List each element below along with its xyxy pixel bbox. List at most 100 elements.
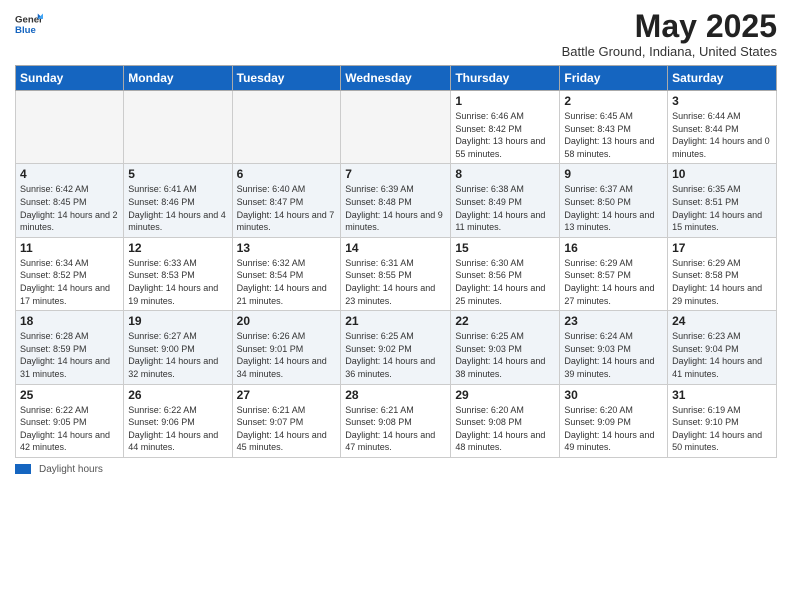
calendar-cell: 14 Sunrise: 6:31 AMSunset: 8:55 PMDayligh… — [341, 237, 451, 310]
day-info: Sunrise: 6:29 AMSunset: 8:58 PMDaylight:… — [672, 257, 772, 307]
day-number: 31 — [672, 388, 772, 402]
day-number: 30 — [564, 388, 663, 402]
day-number: 12 — [128, 241, 227, 255]
day-number: 28 — [345, 388, 446, 402]
day-number: 7 — [345, 167, 446, 181]
day-info: Sunrise: 6:22 AMSunset: 9:06 PMDaylight:… — [128, 404, 227, 454]
day-info: Sunrise: 6:44 AMSunset: 8:44 PMDaylight:… — [672, 110, 772, 160]
calendar-header-monday: Monday — [124, 66, 232, 91]
calendar-cell: 25 Sunrise: 6:22 AMSunset: 9:05 PMDayligh… — [16, 384, 124, 457]
day-number: 2 — [564, 94, 663, 108]
footer: Daylight hours — [15, 464, 777, 475]
calendar-cell: 16 Sunrise: 6:29 AMSunset: 8:57 PMDayligh… — [560, 237, 668, 310]
day-info: Sunrise: 6:25 AMSunset: 9:02 PMDaylight:… — [345, 330, 446, 380]
calendar-cell — [124, 91, 232, 164]
header: General Blue May 2025 Battle Ground, Ind… — [15, 10, 777, 59]
month-title: May 2025 — [562, 10, 777, 42]
calendar-week-row: 25 Sunrise: 6:22 AMSunset: 9:05 PMDayligh… — [16, 384, 777, 457]
calendar-cell: 12 Sunrise: 6:33 AMSunset: 8:53 PMDayligh… — [124, 237, 232, 310]
day-info: Sunrise: 6:30 AMSunset: 8:56 PMDaylight:… — [455, 257, 555, 307]
calendar-week-row: 1 Sunrise: 6:46 AMSunset: 8:42 PMDaylight… — [16, 91, 777, 164]
day-number: 1 — [455, 94, 555, 108]
calendar-header-row: SundayMondayTuesdayWednesdayThursdayFrid… — [16, 66, 777, 91]
day-info: Sunrise: 6:24 AMSunset: 9:03 PMDaylight:… — [564, 330, 663, 380]
day-number: 8 — [455, 167, 555, 181]
day-info: Sunrise: 6:33 AMSunset: 8:53 PMDaylight:… — [128, 257, 227, 307]
day-info: Sunrise: 6:38 AMSunset: 8:49 PMDaylight:… — [455, 183, 555, 233]
calendar-header-friday: Friday — [560, 66, 668, 91]
day-number: 29 — [455, 388, 555, 402]
day-info: Sunrise: 6:25 AMSunset: 9:03 PMDaylight:… — [455, 330, 555, 380]
day-info: Sunrise: 6:23 AMSunset: 9:04 PMDaylight:… — [672, 330, 772, 380]
calendar-cell: 26 Sunrise: 6:22 AMSunset: 9:06 PMDayligh… — [124, 384, 232, 457]
day-number: 14 — [345, 241, 446, 255]
calendar-cell: 31 Sunrise: 6:19 AMSunset: 9:10 PMDayligh… — [668, 384, 777, 457]
day-info: Sunrise: 6:46 AMSunset: 8:42 PMDaylight:… — [455, 110, 555, 160]
calendar-cell: 15 Sunrise: 6:30 AMSunset: 8:56 PMDayligh… — [451, 237, 560, 310]
day-info: Sunrise: 6:19 AMSunset: 9:10 PMDaylight:… — [672, 404, 772, 454]
day-number: 9 — [564, 167, 663, 181]
calendar-cell: 28Sunrise: 6:21 AMSunset: 9:08 PMDayligh… — [341, 384, 451, 457]
day-info: Sunrise: 6:27 AMSunset: 9:00 PMDaylight:… — [128, 330, 227, 380]
calendar-cell: 21 Sunrise: 6:25 AMSunset: 9:02 PMDayligh… — [341, 311, 451, 384]
calendar-cell: 30Sunrise: 6:20 AMSunset: 9:09 PMDayligh… — [560, 384, 668, 457]
calendar-cell: 23Sunrise: 6:24 AMSunset: 9:03 PMDayligh… — [560, 311, 668, 384]
calendar-cell: 17 Sunrise: 6:29 AMSunset: 8:58 PMDayligh… — [668, 237, 777, 310]
day-number: 3 — [672, 94, 772, 108]
calendar-cell — [232, 91, 341, 164]
day-info: Sunrise: 6:20 AMSunset: 9:08 PMDaylight:… — [455, 404, 555, 454]
day-info: Sunrise: 6:39 AMSunset: 8:48 PMDaylight:… — [345, 183, 446, 233]
calendar-cell: 13Sunrise: 6:32 AMSunset: 8:54 PMDayligh… — [232, 237, 341, 310]
day-info: Sunrise: 6:21 AMSunset: 9:07 PMDaylight:… — [237, 404, 337, 454]
calendar-cell: 24 Sunrise: 6:23 AMSunset: 9:04 PMDayligh… — [668, 311, 777, 384]
calendar-cell — [16, 91, 124, 164]
day-number: 19 — [128, 314, 227, 328]
day-number: 15 — [455, 241, 555, 255]
calendar-cell: 20 Sunrise: 6:26 AMSunset: 9:01 PMDayligh… — [232, 311, 341, 384]
day-info: Sunrise: 6:40 AMSunset: 8:47 PMDaylight:… — [237, 183, 337, 233]
calendar-week-row: 18 Sunrise: 6:28 AMSunset: 8:59 PMDayligh… — [16, 311, 777, 384]
day-number: 21 — [345, 314, 446, 328]
calendar-header-sunday: Sunday — [16, 66, 124, 91]
title-block: May 2025 Battle Ground, Indiana, United … — [562, 10, 777, 59]
calendar-cell: 4 Sunrise: 6:42 AMSunset: 8:45 PMDaylight… — [16, 164, 124, 237]
calendar-cell: 27Sunrise: 6:21 AMSunset: 9:07 PMDayligh… — [232, 384, 341, 457]
day-info: Sunrise: 6:34 AMSunset: 8:52 PMDaylight:… — [20, 257, 119, 307]
calendar-header-wednesday: Wednesday — [341, 66, 451, 91]
day-number: 4 — [20, 167, 119, 181]
calendar-cell: 10 Sunrise: 6:35 AMSunset: 8:51 PMDayligh… — [668, 164, 777, 237]
day-number: 6 — [237, 167, 337, 181]
day-number: 13 — [237, 241, 337, 255]
calendar-week-row: 4 Sunrise: 6:42 AMSunset: 8:45 PMDaylight… — [16, 164, 777, 237]
day-number: 18 — [20, 314, 119, 328]
day-info: Sunrise: 6:31 AMSunset: 8:55 PMDaylight:… — [345, 257, 446, 307]
calendar-cell: 9 Sunrise: 6:37 AMSunset: 8:50 PMDaylight… — [560, 164, 668, 237]
day-number: 20 — [237, 314, 337, 328]
day-info: Sunrise: 6:26 AMSunset: 9:01 PMDaylight:… — [237, 330, 337, 380]
calendar-cell: 6 Sunrise: 6:40 AMSunset: 8:47 PMDaylight… — [232, 164, 341, 237]
day-number: 26 — [128, 388, 227, 402]
calendar-table: SundayMondayTuesdayWednesdayThursdayFrid… — [15, 65, 777, 458]
day-number: 11 — [20, 241, 119, 255]
day-info: Sunrise: 6:41 AMSunset: 8:46 PMDaylight:… — [128, 183, 227, 233]
subtitle: Battle Ground, Indiana, United States — [562, 44, 777, 59]
day-number: 16 — [564, 241, 663, 255]
day-info: Sunrise: 6:28 AMSunset: 8:59 PMDaylight:… — [20, 330, 119, 380]
calendar-cell: 3 Sunrise: 6:44 AMSunset: 8:44 PMDaylight… — [668, 91, 777, 164]
day-info: Sunrise: 6:35 AMSunset: 8:51 PMDaylight:… — [672, 183, 772, 233]
calendar-week-row: 11 Sunrise: 6:34 AMSunset: 8:52 PMDayligh… — [16, 237, 777, 310]
page: General Blue May 2025 Battle Ground, Ind… — [0, 0, 792, 612]
day-info: Sunrise: 6:29 AMSunset: 8:57 PMDaylight:… — [564, 257, 663, 307]
logo: General Blue — [15, 10, 43, 38]
day-number: 17 — [672, 241, 772, 255]
day-number: 24 — [672, 314, 772, 328]
day-info: Sunrise: 6:37 AMSunset: 8:50 PMDaylight:… — [564, 183, 663, 233]
day-info: Sunrise: 6:22 AMSunset: 9:05 PMDaylight:… — [20, 404, 119, 454]
calendar-cell: 5Sunrise: 6:41 AMSunset: 8:46 PMDaylight… — [124, 164, 232, 237]
day-number: 10 — [672, 167, 772, 181]
day-info: Sunrise: 6:42 AMSunset: 8:45 PMDaylight:… — [20, 183, 119, 233]
day-number: 25 — [20, 388, 119, 402]
logo-icon: General Blue — [15, 10, 43, 38]
calendar-header-thursday: Thursday — [451, 66, 560, 91]
calendar-cell: 19 Sunrise: 6:27 AMSunset: 9:00 PMDayligh… — [124, 311, 232, 384]
